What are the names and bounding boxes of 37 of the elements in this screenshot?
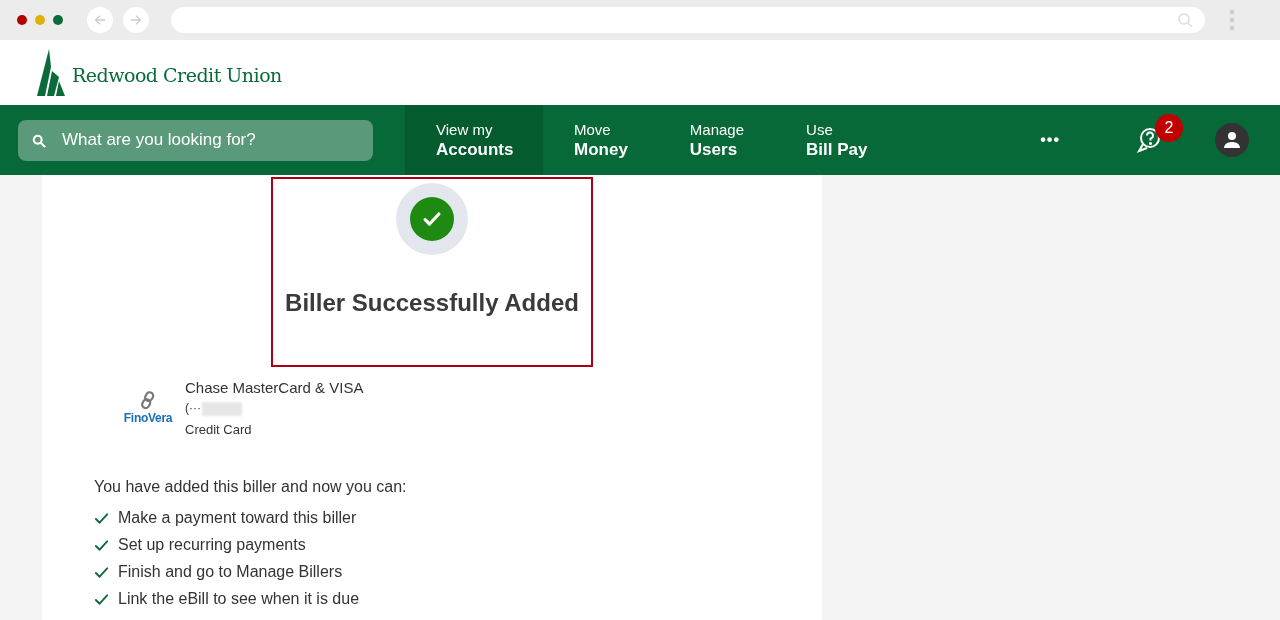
nav-tab[interactable]: Move Money — [543, 105, 659, 175]
redacted-block — [202, 401, 242, 416]
check-icon — [94, 591, 109, 607]
check-icon — [94, 537, 109, 553]
success-check-icon — [410, 197, 454, 241]
biller-logo: FinoVera — [123, 409, 173, 427]
kebab-menu-icon[interactable] — [1229, 9, 1235, 31]
next-step-item: Set up recurring payments — [118, 535, 306, 555]
check-icon — [94, 564, 109, 580]
notification-badge: 2 — [1155, 114, 1183, 142]
nav-tab[interactable]: Use Bill Pay — [775, 105, 899, 175]
check-icon — [94, 510, 109, 526]
search-icon — [32, 133, 46, 148]
nav-tab[interactable]: View my Accounts — [405, 105, 543, 175]
search-field[interactable]: What are you looking for? — [18, 119, 373, 161]
biller-name: Chase MasterCard & VISA — [185, 378, 364, 398]
next-step-item: Make a payment toward this biller — [118, 508, 357, 528]
search-icon — [1177, 12, 1193, 28]
more-button[interactable]: ••• — [1040, 128, 1060, 152]
next-step-item: Finish and go to Manage Billers — [118, 562, 343, 582]
forward-button[interactable] — [123, 7, 149, 33]
account-number: (··· — [185, 400, 201, 417]
tree-logo-icon — [37, 49, 66, 96]
profile-button[interactable] — [1215, 123, 1249, 157]
biller-type: Credit Card — [185, 421, 253, 439]
nav-tab[interactable]: Manage Users — [658, 105, 776, 175]
person-icon — [1223, 131, 1241, 149]
next-step-item: Link the eBill to see when it is due — [118, 589, 360, 609]
back-arrow-icon — [93, 13, 107, 27]
link-icon — [141, 390, 155, 409]
forward-arrow-icon — [129, 13, 143, 27]
brand-name: Redwood Credit Union — [72, 63, 282, 89]
help-chat-icon[interactable] — [1135, 126, 1163, 154]
next-steps-intro: You have added this biller and now you can: — [94, 477, 408, 497]
success-title: Biller Successfully Added — [285, 288, 579, 318]
address-bar[interactable] — [171, 7, 1205, 33]
back-button[interactable] — [87, 7, 113, 33]
